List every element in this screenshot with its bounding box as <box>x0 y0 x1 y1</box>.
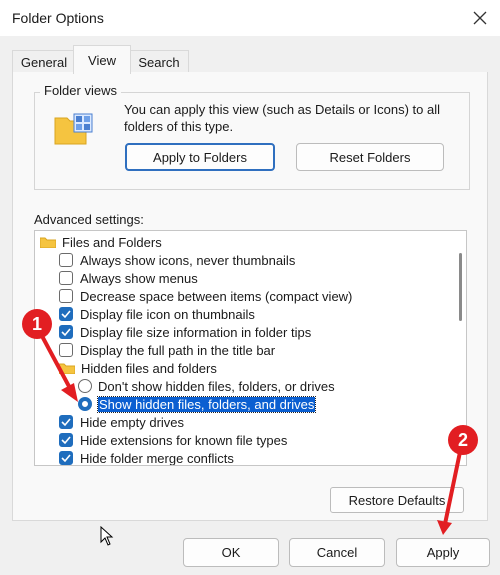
option-always-show-icons[interactable]: Always show icons, never thumbnails <box>59 251 295 269</box>
option-hide-merge-conflicts[interactable]: Hide folder merge conflicts <box>59 449 234 466</box>
option-label: Display file icon on thumbnails <box>80 306 255 322</box>
reset-folders-button[interactable]: Reset Folders <box>296 143 444 171</box>
option-hide-empty-drives[interactable]: Hide empty drives <box>59 413 184 431</box>
apply-to-folders-button[interactable]: Apply to Folders <box>125 143 275 171</box>
option-display-file-icon[interactable]: Display file icon on thumbnails <box>59 305 255 323</box>
option-label: Hide empty drives <box>80 414 185 430</box>
option-display-full-path[interactable]: Display the full path in the title bar <box>59 341 275 359</box>
tab-search[interactable]: Search <box>129 50 189 73</box>
checkbox-unchecked[interactable] <box>59 271 73 285</box>
option-label-selected: Show hidden files, folders, and drives <box>96 395 317 413</box>
option-display-file-size[interactable]: Display file size information in folder … <box>59 323 311 341</box>
folder-views-description-line2: folders of this type. <box>124 119 234 134</box>
option-label: Always show menus <box>80 270 198 286</box>
folder-icon <box>59 363 75 374</box>
advanced-settings-label: Advanced settings: <box>34 212 144 227</box>
annotation-badge-1: 1 <box>22 309 52 339</box>
tab-view[interactable]: View <box>73 45 131 74</box>
option-label: Hide extensions for known file types <box>80 432 288 448</box>
option-always-show-menus[interactable]: Always show menus <box>59 269 198 287</box>
folder-views-legend: Folder views <box>40 83 121 98</box>
apply-button[interactable]: Apply <box>396 538 490 567</box>
tree-folder-files-and-folders[interactable]: Files and Folders <box>40 233 162 251</box>
ok-button[interactable]: OK <box>183 538 279 567</box>
option-label: Hide folder merge conflicts <box>80 450 234 466</box>
option-decrease-space[interactable]: Decrease space between items (compact vi… <box>59 287 352 305</box>
folder-views-description-line1: You can apply this view (such as Details… <box>124 102 441 117</box>
option-label: Display file size information in folder … <box>80 324 312 340</box>
list-scrollbar-thumb[interactable] <box>459 253 462 321</box>
option-label: Display the full path in the title bar <box>80 342 276 358</box>
option-label: Don't show hidden files, folders, or dri… <box>98 378 335 394</box>
folder-icon <box>40 237 56 248</box>
checkmark-icon <box>61 418 71 427</box>
close-icon <box>473 11 487 25</box>
mouse-cursor-icon <box>100 525 114 549</box>
checkbox-checked[interactable] <box>59 307 73 321</box>
checkbox-checked[interactable] <box>59 415 73 429</box>
radio-checked[interactable] <box>78 397 92 411</box>
option-hide-extensions[interactable]: Hide extensions for known file types <box>59 431 287 449</box>
tree-label: Files and Folders <box>62 234 162 250</box>
option-show-hidden[interactable]: Show hidden files, folders, and drives <box>78 395 317 413</box>
checkbox-checked[interactable] <box>59 325 73 339</box>
cancel-button[interactable]: Cancel <box>289 538 385 567</box>
tab-general[interactable]: General <box>12 50 76 73</box>
radio-unchecked[interactable] <box>78 379 92 393</box>
folder-views-icon <box>54 112 94 149</box>
checkbox-unchecked[interactable] <box>59 343 73 357</box>
close-button[interactable] <box>460 0 500 36</box>
checkbox-checked[interactable] <box>59 451 73 465</box>
advanced-settings-list[interactable]: Files and Folders Always show icons, nev… <box>34 230 467 466</box>
checkbox-checked[interactable] <box>59 433 73 447</box>
tree-folder-hidden-files[interactable]: Hidden files and folders <box>59 359 217 377</box>
option-label: Always show icons, never thumbnails <box>80 252 296 268</box>
tree-label: Hidden files and folders <box>81 360 217 376</box>
option-label: Decrease space between items (compact vi… <box>80 288 353 304</box>
checkmark-icon <box>61 454 71 463</box>
checkbox-unchecked[interactable] <box>59 289 73 303</box>
restore-defaults-button[interactable]: Restore Defaults <box>330 487 464 513</box>
window-title: Folder Options <box>12 10 104 26</box>
checkmark-icon <box>61 310 71 319</box>
checkbox-unchecked[interactable] <box>59 253 73 267</box>
option-dont-show-hidden[interactable]: Don't show hidden files, folders, or dri… <box>78 377 335 395</box>
annotation-badge-2: 2 <box>448 425 478 455</box>
checkmark-icon <box>61 328 71 337</box>
checkmark-icon <box>61 436 71 445</box>
